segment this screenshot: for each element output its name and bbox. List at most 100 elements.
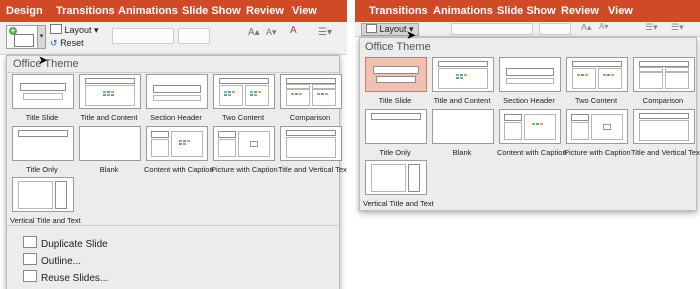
text-placeholder (153, 95, 201, 101)
increase-font-icon[interactable]: A▴ (581, 22, 592, 33)
layout-thumb (213, 126, 275, 161)
layout-label: Layout (64, 25, 92, 35)
ribbon-body: + ▾ Layout ▾ ↺ Reset A▴ A▾ A ☰▾ (0, 22, 347, 55)
layout-thumb (499, 57, 561, 92)
layout-thumb (12, 74, 74, 109)
font-size-box[interactable] (539, 23, 571, 35)
layout-thumb (79, 126, 141, 161)
layout-label: Blank (99, 165, 119, 174)
layout-thumb (365, 160, 427, 195)
layout-title-only[interactable]: Title Only (365, 109, 429, 157)
layout-title-and-vertical-text[interactable]: Title and Vertical Text (631, 109, 700, 157)
picture-icon (250, 141, 258, 147)
title-placeholder (20, 83, 66, 91)
content-icons-icon (577, 74, 591, 80)
menu-divider (7, 225, 339, 226)
layout-section-header[interactable]: Section Header (146, 74, 210, 122)
layout-thumb (633, 109, 695, 144)
tab-design[interactable]: Design (6, 5, 43, 17)
tab-transitions[interactable]: Transitions (369, 5, 428, 17)
layout-content-with-caption[interactable]: Content with Caption (144, 126, 214, 174)
layout-section-header[interactable]: Section Header (499, 57, 563, 105)
tab-animations[interactable]: Animations (433, 5, 493, 17)
tab-slide-show[interactable]: Slide Show (497, 5, 556, 17)
layout-content-with-caption[interactable]: Content with Caption (497, 109, 567, 157)
vertical-text-placeholder (639, 120, 689, 141)
outline-icon (23, 253, 37, 265)
outline-menu-item[interactable]: Outline... (23, 253, 81, 267)
tab-animations[interactable]: Animations (118, 5, 178, 17)
layout-label: Title Slide (378, 96, 412, 105)
reuse-slides-menu-item[interactable]: Reuse Slides... (23, 270, 108, 284)
layout-thumb (12, 177, 74, 212)
layout-two-content[interactable]: Two Content (213, 74, 277, 122)
title-placeholder (219, 78, 269, 84)
decrease-font-icon[interactable]: A▾ (599, 22, 608, 31)
gallery-divider (7, 72, 339, 73)
numbering-icon[interactable]: ☰▾ (671, 22, 684, 33)
layout-label: Title and Vertical Text (631, 148, 700, 157)
content-icons-icon (317, 93, 331, 99)
tab-view[interactable]: View (608, 5, 633, 17)
font-size-box[interactable] (178, 28, 210, 44)
decrease-font-icon[interactable]: A▾ (266, 27, 277, 38)
subtitle-placeholder (23, 93, 63, 100)
font-name-box[interactable] (112, 28, 174, 44)
content-icons-icon (291, 93, 305, 99)
layout-label: Title Slide (25, 113, 59, 122)
layout-label: Two Content (221, 113, 265, 122)
text-placeholder (571, 122, 589, 140)
layout-title-only[interactable]: Title Only (12, 126, 76, 174)
increase-font-icon[interactable]: A▴ (248, 27, 260, 38)
layout-thumb (566, 57, 628, 92)
layout-picture-with-caption[interactable]: Picture with Caption (564, 109, 631, 157)
tab-review[interactable]: Review (561, 5, 599, 17)
layout-label: Content with Caption (144, 165, 214, 174)
content-icons-icon (532, 123, 546, 129)
vertical-text-placeholder (371, 164, 406, 192)
layout-vertical-title-and-text[interactable]: Vertical Title and Text (10, 177, 81, 225)
layout-title-and-content[interactable]: Title and Content (79, 74, 143, 122)
layout-blank[interactable]: Blank (432, 109, 496, 157)
layout-thumb (432, 57, 494, 92)
reset-icon: ↺ (50, 38, 58, 48)
font-name-box[interactable] (451, 23, 533, 35)
layout-button[interactable]: Layout ▾ (50, 24, 99, 36)
layout-thumb (566, 109, 628, 144)
title-placeholder (438, 61, 488, 67)
layout-label: Picture with Caption (564, 148, 631, 157)
text-placeholder (218, 139, 236, 157)
layout-two-content[interactable]: Two Content (566, 57, 630, 105)
layout-picture-with-caption[interactable]: Picture with Caption (211, 126, 278, 174)
layout-title-slide[interactable]: Title Slide (12, 74, 76, 122)
layout-title-and-vertical-text[interactable]: Title and Vertical Text (278, 126, 347, 174)
layout-label: Title and Content (80, 113, 138, 122)
layout-title-and-content[interactable]: Title and Content (432, 57, 496, 105)
layout-thumb (213, 74, 275, 109)
duplicate-slide-menu-item[interactable]: Duplicate Slide (23, 236, 108, 250)
title-placeholder (286, 130, 336, 136)
tab-view[interactable]: View (292, 5, 317, 17)
layout-thumb (633, 57, 695, 92)
layout-thumb (146, 74, 208, 109)
layout-comparison[interactable]: Comparison (280, 74, 344, 122)
tab-slide-show[interactable]: Slide Show (182, 5, 241, 17)
new-slide-dropdown-arrow[interactable]: ▾ (37, 25, 46, 49)
slide-icon (14, 34, 34, 47)
content-icons-icon (224, 91, 238, 97)
layout-title-slide[interactable]: Title Slide (365, 57, 429, 105)
layout-label: Comparison (289, 113, 331, 122)
new-slide-button[interactable]: + (6, 25, 38, 49)
tab-transitions[interactable]: Transitions (56, 5, 115, 17)
bullets-icon[interactable]: ☰▾ (645, 22, 658, 33)
title-placeholder (153, 85, 201, 93)
layout-comparison[interactable]: Comparison (633, 57, 697, 105)
clear-formatting-icon[interactable]: A (290, 25, 306, 40)
tab-review[interactable]: Review (246, 5, 284, 17)
bullets-icon[interactable]: ☰▾ (318, 27, 332, 38)
layout-icon (366, 24, 377, 33)
layout-blank[interactable]: Blank (79, 126, 143, 174)
layout-vertical-title-and-text[interactable]: Vertical Title and Text (363, 160, 434, 208)
title-placeholder (18, 130, 68, 137)
reset-button[interactable]: ↺ Reset (50, 38, 84, 49)
